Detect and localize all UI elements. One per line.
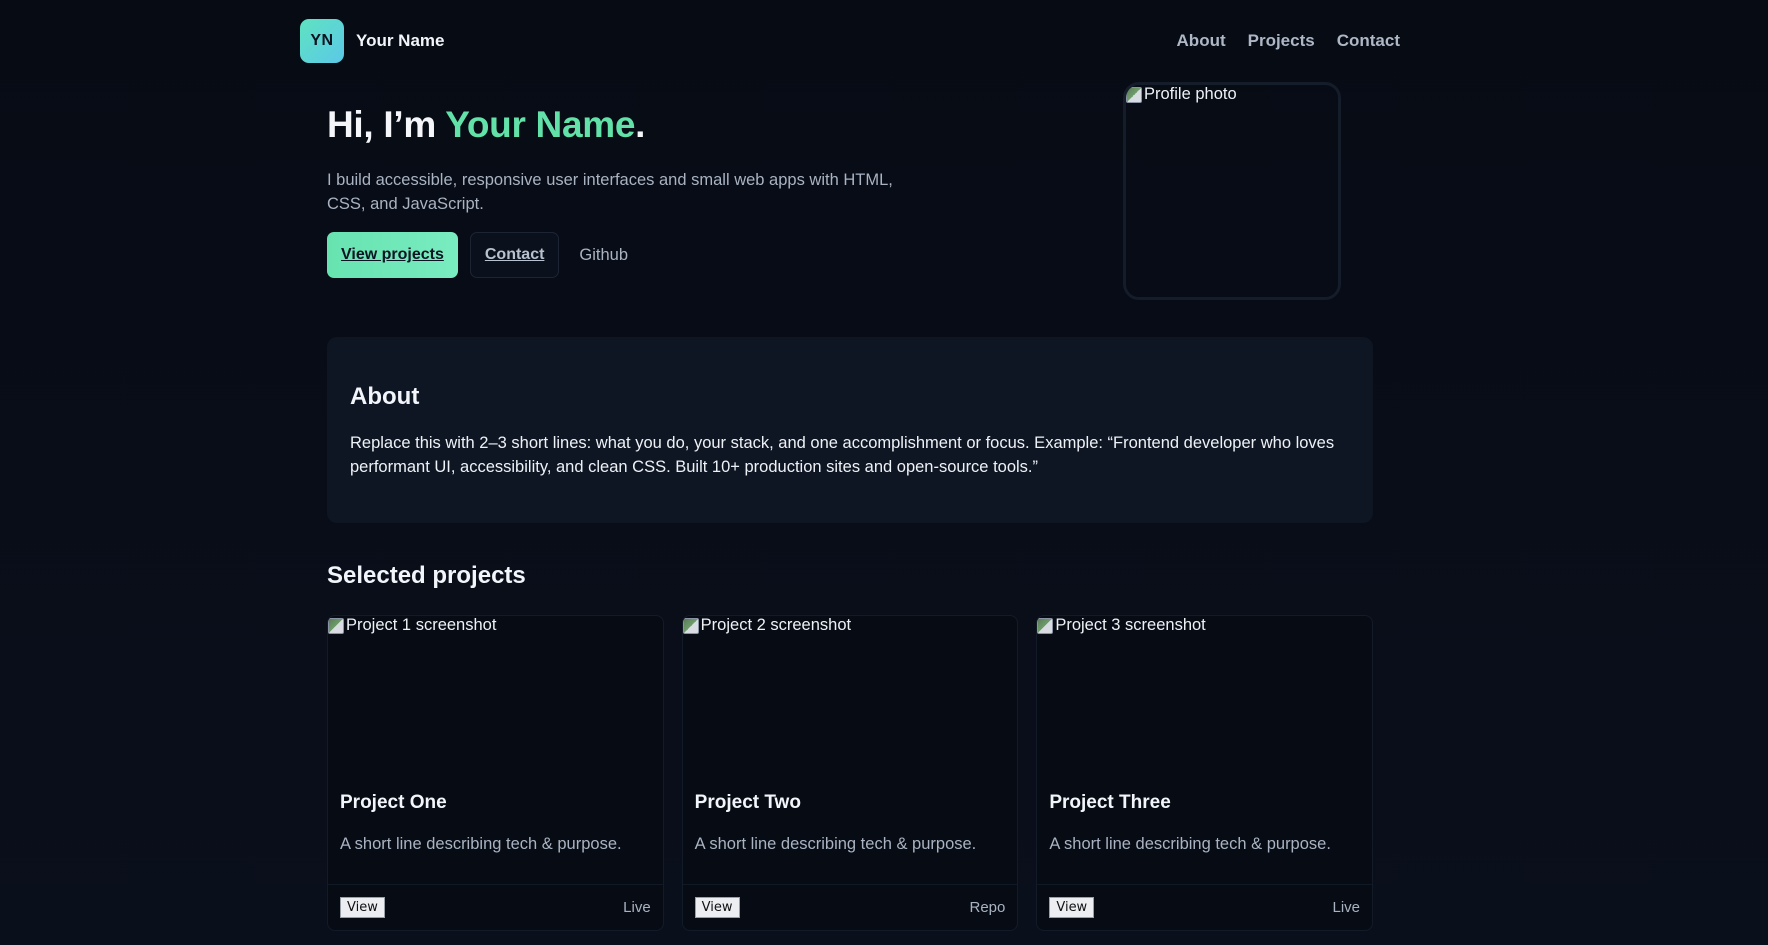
nav-about[interactable]: About — [1177, 31, 1226, 51]
project-desc: A short line describing tech & purpose. — [1049, 835, 1331, 853]
contact-button[interactable]: Contact — [469, 232, 560, 278]
project-card: Project 1 screenshot Project One A short… — [327, 615, 664, 931]
project-card: Project 3 screenshot Project Three A sho… — [1036, 615, 1374, 931]
project-view-button[interactable]: View — [1049, 897, 1095, 918]
project-name: Project Two — [694, 792, 801, 813]
main-nav: About Projects Contact — [1177, 31, 1400, 51]
hero-section: Hi, I’m Your Name. I build accessible, r… — [327, 104, 967, 278]
project-screenshot: Project 3 screenshot — [1037, 616, 1372, 776]
project-screenshot-alt: Project 3 screenshot — [1055, 616, 1206, 634]
broken-image-icon — [1037, 618, 1054, 634]
project-card: Project 2 screenshot Project Two A short… — [681, 615, 1019, 931]
project-screenshot: Project 2 screenshot — [682, 616, 1018, 776]
project-desc: A short line describing tech & purpose. — [340, 835, 622, 853]
hero-subtitle: I build accessible, responsive user inte… — [327, 171, 893, 213]
project-screenshot-alt: Project 1 screenshot — [346, 616, 497, 634]
logo-badge[interactable]: YN — [300, 19, 344, 63]
project-desc: A short line describing tech & purpose. — [694, 835, 977, 853]
project-footer: View Live — [1037, 884, 1373, 930]
project-screenshot-alt: Project 2 screenshot — [700, 616, 852, 634]
project-repo-link[interactable]: Repo — [969, 899, 1005, 916]
project-view-button[interactable]: View — [340, 897, 385, 918]
project-screenshot: Project 1 screenshot — [328, 616, 663, 776]
project-footer: View Live — [328, 884, 663, 930]
hero-name: Your Name — [445, 104, 636, 145]
hero-actions: View projects Contact Github — [327, 232, 967, 278]
brand[interactable]: YN Your Name — [300, 19, 445, 63]
about-title: About — [350, 383, 420, 410]
project-cards: Project 1 screenshot Project One A short… — [327, 615, 1374, 931]
broken-image-icon — [682, 618, 699, 634]
view-projects-button[interactable]: View projects — [327, 232, 458, 278]
project-live-link[interactable]: Live — [623, 899, 651, 916]
profile-photo-alt: Profile photo — [1144, 85, 1237, 103]
about-section: About Replace this with 2–3 short lines:… — [327, 337, 1373, 523]
broken-image-icon — [1126, 87, 1142, 103]
hero-period: . — [635, 104, 646, 145]
about-text: Replace this with 2–3 short lines: what … — [350, 434, 1335, 476]
hero-greeting: Hi, I’m — [327, 104, 446, 145]
profile-photo: Profile photo — [1123, 82, 1341, 300]
project-live-link[interactable]: Live — [1332, 899, 1360, 916]
brand-name[interactable]: Your Name — [356, 31, 445, 51]
site-header: YN Your Name About Projects Contact — [300, 18, 1400, 64]
project-name: Project One — [340, 792, 447, 813]
project-name: Project Three — [1049, 792, 1171, 813]
nav-contact[interactable]: Contact — [1337, 31, 1400, 51]
projects-title: Selected projects — [327, 562, 526, 589]
project-view-button[interactable]: View — [694, 897, 740, 918]
broken-image-icon — [328, 618, 344, 634]
nav-projects[interactable]: Projects — [1248, 31, 1315, 51]
github-link[interactable]: Github — [571, 246, 636, 265]
project-footer: View Repo — [682, 884, 1018, 930]
hero-heading: Hi, I’m Your Name. — [327, 104, 967, 146]
